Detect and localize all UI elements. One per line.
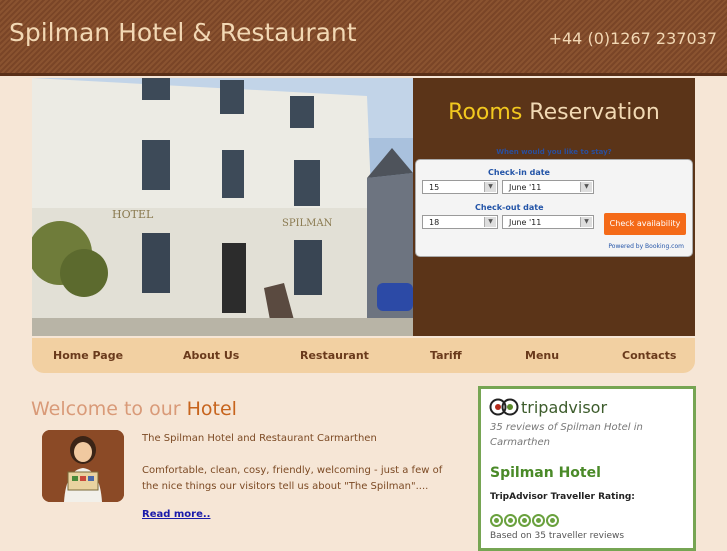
owl-icon xyxy=(489,398,519,416)
tripadvisor-logo[interactable]: tripadvisor xyxy=(489,397,607,417)
hero-image: HOTEL SPILMAN xyxy=(32,78,413,336)
chevron-down-icon: ▼ xyxy=(580,217,592,227)
chevron-down-icon: ▼ xyxy=(580,182,592,192)
hotel-photo: HOTEL SPILMAN xyxy=(32,78,413,336)
checkout-day-select[interactable]: 18 ▼ xyxy=(422,215,498,229)
checkout-month-value: June '11 xyxy=(509,218,542,227)
reservation-title-rest: Reservation xyxy=(522,100,660,125)
powered-by-booking[interactable]: Powered by Booking.com xyxy=(608,243,684,250)
checkin-month-select[interactable]: June '11 ▼ xyxy=(502,180,594,194)
chevron-down-icon: ▼ xyxy=(484,217,496,227)
nav-contacts[interactable]: Contacts xyxy=(622,349,676,362)
checkin-day-select[interactable]: 15 ▼ xyxy=(422,180,498,194)
reservation-title-accent: Rooms xyxy=(448,100,523,125)
phone-number: +44 (0)1267 237037 xyxy=(548,29,717,48)
tripadvisor-hotel-name[interactable]: Spilman Hotel xyxy=(490,465,601,481)
rating-dot-icon xyxy=(490,514,503,527)
receptionist-avatar xyxy=(42,430,124,502)
welcome-heading: Welcome to our Hotel xyxy=(31,398,237,420)
checkin-day-value: 15 xyxy=(429,183,440,192)
welcome-heading-accent: Hotel xyxy=(186,398,237,420)
svg-text:HOTEL: HOTEL xyxy=(112,208,154,221)
tripadvisor-logo-text: tripadvisor xyxy=(521,398,608,417)
tripadvisor-reviews-link[interactable]: 35 reviews of Spilman Hotel in Carmarthe… xyxy=(490,420,680,450)
reservation-panel: Rooms Reservation When would you like to… xyxy=(413,78,695,336)
rating-dot-icon xyxy=(518,514,531,527)
tripadvisor-rating-label: TripAdvisor Traveller Rating: xyxy=(490,492,635,502)
nav-menu[interactable]: Menu xyxy=(525,349,559,362)
svg-text:SPILMAN: SPILMAN xyxy=(282,218,333,229)
reservation-title: Rooms Reservation xyxy=(413,100,695,125)
checkout-day-value: 18 xyxy=(429,218,440,227)
rating-dot-icon xyxy=(532,514,545,527)
check-availability-button[interactable]: Check availability xyxy=(604,213,686,235)
read-more-link[interactable]: Read more.. xyxy=(142,509,210,520)
rating-dot-icon xyxy=(546,514,559,527)
nav-restaurant[interactable]: Restaurant xyxy=(300,349,369,362)
nav-tariff[interactable]: Tariff xyxy=(430,349,462,362)
receptionist-illustration xyxy=(42,430,124,502)
rating-dot-icon xyxy=(504,514,517,527)
chevron-down-icon: ▼ xyxy=(484,182,496,192)
site-title[interactable]: Spilman Hotel & Restaurant xyxy=(9,18,357,47)
checkout-month-select[interactable]: June '11 ▼ xyxy=(502,215,594,229)
main-nav: Home Page About Us Restaurant Tariff Men… xyxy=(32,338,695,373)
welcome-heading-prefix: Welcome to our xyxy=(31,398,187,420)
nav-about-us[interactable]: About Us xyxy=(183,349,239,362)
tripadvisor-rating-dots xyxy=(490,512,560,531)
intro-title: The Spilman Hotel and Restaurant Carmart… xyxy=(142,433,377,444)
checkin-month-value: June '11 xyxy=(509,183,542,192)
intro-text: Comfortable, clean, cosy, friendly, welc… xyxy=(142,465,443,492)
checkout-label: Check-out date xyxy=(475,203,544,212)
tripadvisor-widget: tripadvisor 35 reviews of Spilman Hotel … xyxy=(478,386,696,551)
checkin-label: Check-in date xyxy=(488,168,550,177)
nav-home[interactable]: Home Page xyxy=(53,349,123,362)
booking-widget: Check-in date 15 ▼ June '11 ▼ Check-out da… xyxy=(415,159,693,257)
tripadvisor-based-on: Based on 35 traveller reviews xyxy=(490,531,625,541)
site-header: Spilman Hotel & Restaurant +44 (0)1267 2… xyxy=(0,0,727,76)
reservation-subtitle: When would you like to stay? xyxy=(496,148,612,156)
